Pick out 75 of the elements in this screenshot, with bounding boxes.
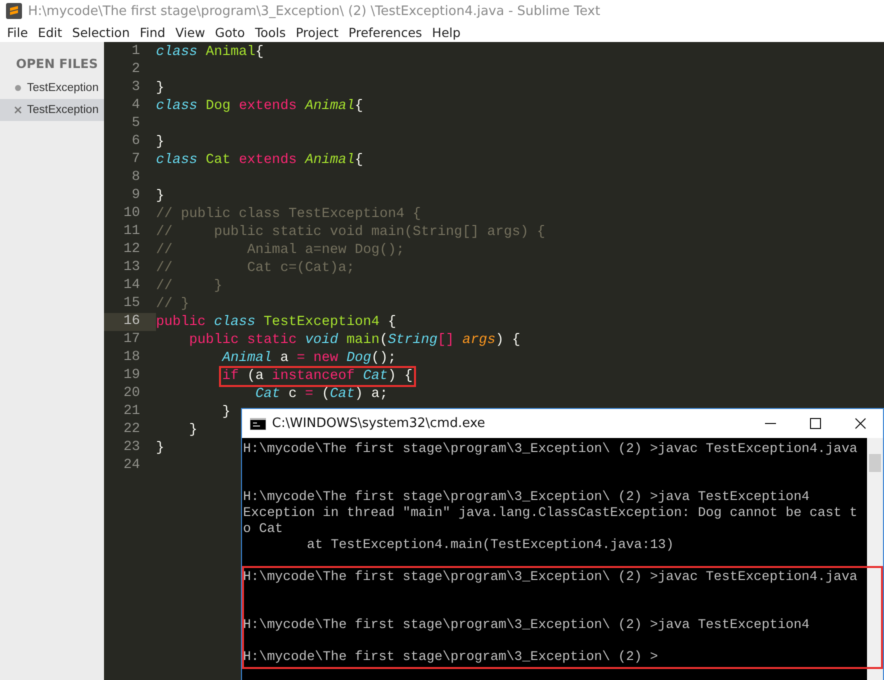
console-line: Exception in thread "main" java.lang.ClassCastException: Dog cannot be cast t: [243, 505, 858, 521]
line-number: 14: [122, 277, 141, 295]
line-number: 11: [122, 223, 141, 241]
line-number: 22: [122, 421, 141, 439]
console-line: H:\mycode\The first stage\program\3_Exception\ (2) >: [243, 649, 659, 665]
line-number: 2: [130, 61, 141, 79]
console-line: o Cat: [243, 521, 284, 537]
line-number: 9: [130, 187, 141, 205]
console-line: at TestException4.main(TestException4.java:13): [306, 537, 675, 553]
line-number: 20: [122, 385, 141, 403]
line-number: 6: [130, 133, 141, 151]
line-number: 17: [122, 331, 141, 349]
code-line: public static void main(String[] args) {: [189, 332, 520, 348]
line-number: 1: [130, 43, 141, 61]
code-line: class Dog extends Animal{: [156, 98, 364, 114]
code-line: public class TestException4 {: [156, 314, 396, 330]
line-number: 4: [130, 97, 141, 115]
line-number: 16: [104, 313, 156, 331]
code-line: }: [222, 404, 231, 420]
line-number: 23: [122, 439, 141, 457]
code-line: }: [156, 188, 164, 204]
menu-item[interactable]: Tools: [250, 24, 291, 40]
highlighted-code-line: if (a instanceof Cat) {: [222, 368, 413, 384]
line-number: 15: [122, 295, 141, 313]
code-line: // public static void main(String[] args) {: [156, 224, 546, 240]
open-file-item[interactable]: TestException: [0, 77, 104, 99]
code-line: // }: [156, 278, 222, 294]
scrollbar[interactable]: [867, 438, 883, 680]
line-number: 13: [122, 259, 141, 277]
code-line: // Cat c=(Cat)a;: [156, 260, 355, 276]
menu-item[interactable]: Help: [427, 24, 466, 40]
code-line: // Animal a=new Dog();: [156, 242, 404, 258]
maximize-icon[interactable]: [810, 418, 821, 429]
code-line: class Cat extends Animal{: [156, 152, 364, 168]
line-number: 19: [122, 367, 141, 385]
console-line: H:\mycode\The first stage\program\3_Exception\ (2) >java TestException4: [243, 617, 811, 633]
app-logo-icon: [6, 3, 22, 19]
code-line: Animal a = new Dog();: [222, 350, 396, 366]
line-number: 18: [122, 349, 141, 367]
open-file-item[interactable]: TestException: [0, 99, 104, 121]
menu-item[interactable]: File: [2, 24, 33, 40]
code-line: }: [156, 440, 164, 456]
console-line: H:\mycode\The first stage\program\3_Exception\ (2) >javac TestException4.java: [243, 569, 858, 585]
file-name: TestException: [27, 104, 99, 116]
menu-item[interactable]: Edit: [32, 24, 68, 40]
menu-item[interactable]: Goto: [210, 24, 250, 40]
line-number: 10: [122, 205, 141, 223]
console-line: H:\mycode\The first stage\program\3_Exception\ (2) >java TestException4: [243, 489, 811, 505]
menu-item[interactable]: Selection: [67, 24, 135, 40]
menu-item[interactable]: Find: [134, 24, 170, 40]
line-number: 8: [130, 169, 141, 187]
sidebar-heading: OPEN FILES: [15, 55, 99, 73]
line-number: 24: [122, 457, 141, 475]
code-line: }: [156, 134, 164, 150]
line-number: 7: [130, 151, 141, 169]
console-icon: [250, 418, 266, 430]
code-line: }: [156, 80, 164, 96]
menu-item[interactable]: Preferences: [344, 24, 428, 40]
line-number: 3: [130, 79, 141, 97]
code-line: class Animal{: [156, 44, 264, 60]
menu-item[interactable]: Project: [290, 24, 344, 40]
window-title: H:\mycode\The first stage\program\3_Exception\ (2) \TestException4.java - Sublime Text: [28, 4, 600, 18]
line-number: 12: [122, 241, 141, 259]
line-number: 5: [130, 115, 141, 133]
file-name: TestException: [27, 82, 99, 94]
code-line: }: [189, 422, 198, 438]
dot-icon: [14, 84, 22, 92]
console-line: H:\mycode\The first stage\program\3_Exception\ (2) >javac TestException4.java: [243, 441, 858, 457]
code-line: // }: [156, 296, 190, 312]
menu-item[interactable]: View: [170, 24, 210, 40]
line-number: 21: [122, 403, 141, 421]
close-icon[interactable]: [855, 418, 866, 429]
code-line: Cat c = (Cat) a;: [255, 386, 388, 402]
console-title: C:\WINDOWS\system32\cmd.exe: [272, 416, 486, 431]
code-line: // public class TestException4 {: [156, 206, 421, 222]
